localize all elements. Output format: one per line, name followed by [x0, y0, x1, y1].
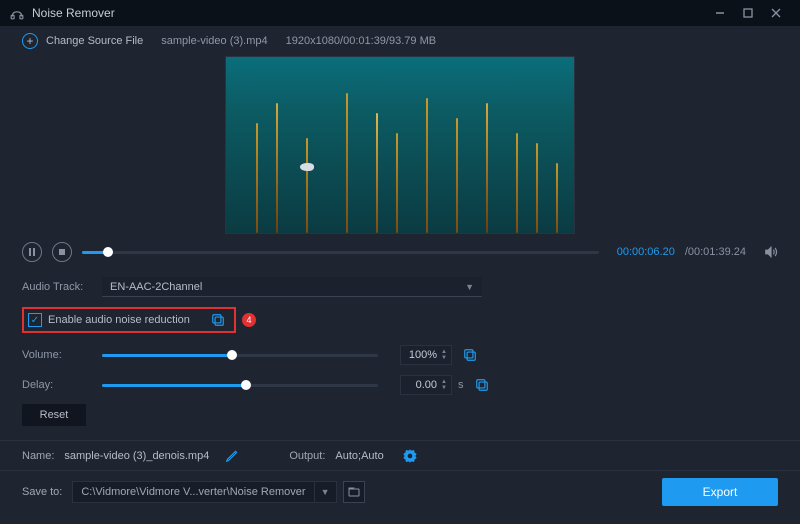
plus-circle-icon: +	[22, 33, 38, 49]
output-label: Output:	[289, 450, 325, 462]
play-pause-button[interactable]	[22, 242, 42, 262]
source-bar: + Change Source File sample-video (3).mp…	[0, 26, 800, 56]
change-source-label: Change Source File	[46, 35, 143, 47]
volume-row: Volume: 100% ▲▼	[22, 340, 778, 370]
edit-name-icon[interactable]	[225, 449, 239, 463]
preview-image	[225, 56, 575, 234]
audio-track-value: EN-AAC-2Channel	[110, 281, 202, 293]
maximize-button[interactable]	[734, 0, 762, 26]
export-label: Export	[703, 485, 738, 499]
name-value: sample-video (3)_denois.mp4	[64, 450, 209, 462]
video-preview	[0, 56, 800, 238]
noise-reduction-checkbox[interactable]: ✓	[28, 313, 42, 327]
minimize-button[interactable]	[706, 0, 734, 26]
save-path-dropdown[interactable]: ▼	[315, 481, 337, 503]
current-time: 00:00:06.20	[617, 246, 675, 258]
change-source-button[interactable]: + Change Source File	[22, 33, 143, 49]
progress-slider[interactable]	[82, 251, 599, 254]
source-meta: 1920x1080/00:01:39/93.79 MB	[286, 35, 436, 47]
noise-apply-icon[interactable]	[210, 312, 226, 328]
name-label: Name:	[22, 450, 54, 462]
save-path-field[interactable]: C:\Vidmore\Vidmore V...verter\Noise Remo…	[72, 481, 314, 503]
volume-spinner[interactable]: 100% ▲▼	[400, 345, 452, 365]
save-to-label: Save to:	[22, 486, 62, 498]
app-logo-icon	[10, 6, 24, 20]
delay-apply-icon[interactable]	[474, 377, 490, 393]
output-value: Auto;Auto	[335, 450, 383, 462]
export-button[interactable]: Export	[662, 478, 778, 506]
transport-controls: 00:00:06.20 /00:01:39.24	[0, 238, 800, 266]
spinner-arrows-icon: ▲▼	[441, 379, 447, 391]
volume-slider[interactable]	[102, 354, 378, 357]
volume-apply-icon[interactable]	[462, 347, 478, 363]
delay-slider[interactable]	[102, 384, 378, 387]
titlebar: Noise Remover	[0, 0, 800, 26]
chevron-down-icon: ▼	[465, 282, 474, 292]
delay-unit: s	[458, 379, 464, 391]
delay-spinner[interactable]: 0.00 ▲▼	[400, 375, 452, 395]
duration: /00:01:39.24	[685, 246, 746, 258]
output-footer: Name: sample-video (3)_denois.mp4 Output…	[0, 440, 800, 470]
volume-label: Volume:	[22, 349, 102, 361]
save-path-value: C:\Vidmore\Vidmore V...verter\Noise Remo…	[81, 486, 305, 498]
spinner-arrows-icon: ▲▼	[441, 349, 447, 361]
volume-icon[interactable]	[764, 245, 778, 259]
step-badge: 4	[242, 313, 256, 327]
audio-track-label: Audio Track:	[22, 281, 102, 293]
reset-button[interactable]: Reset	[22, 404, 86, 426]
delay-row: Delay: 0.00 ▲▼ s	[22, 370, 778, 400]
window-title: Noise Remover	[32, 6, 115, 20]
volume-value: 100%	[409, 349, 437, 361]
reset-label: Reset	[40, 409, 69, 421]
output-settings-icon[interactable]	[402, 448, 418, 464]
audio-track-select[interactable]: EN-AAC-2Channel ▼	[102, 277, 482, 297]
noise-reduction-highlight: ✓ Enable audio noise reduction	[22, 307, 236, 333]
noise-reduction-label: Enable audio noise reduction	[48, 314, 190, 326]
audio-track-row: Audio Track: EN-AAC-2Channel ▼	[22, 274, 778, 300]
delay-value: 0.00	[416, 379, 437, 391]
save-footer: Save to: C:\Vidmore\Vidmore V...verter\N…	[0, 470, 800, 512]
open-folder-button[interactable]	[343, 481, 365, 503]
close-button[interactable]	[762, 0, 790, 26]
delay-label: Delay:	[22, 379, 102, 391]
source-filename: sample-video (3).mp4	[161, 35, 267, 47]
stop-button[interactable]	[52, 242, 72, 262]
